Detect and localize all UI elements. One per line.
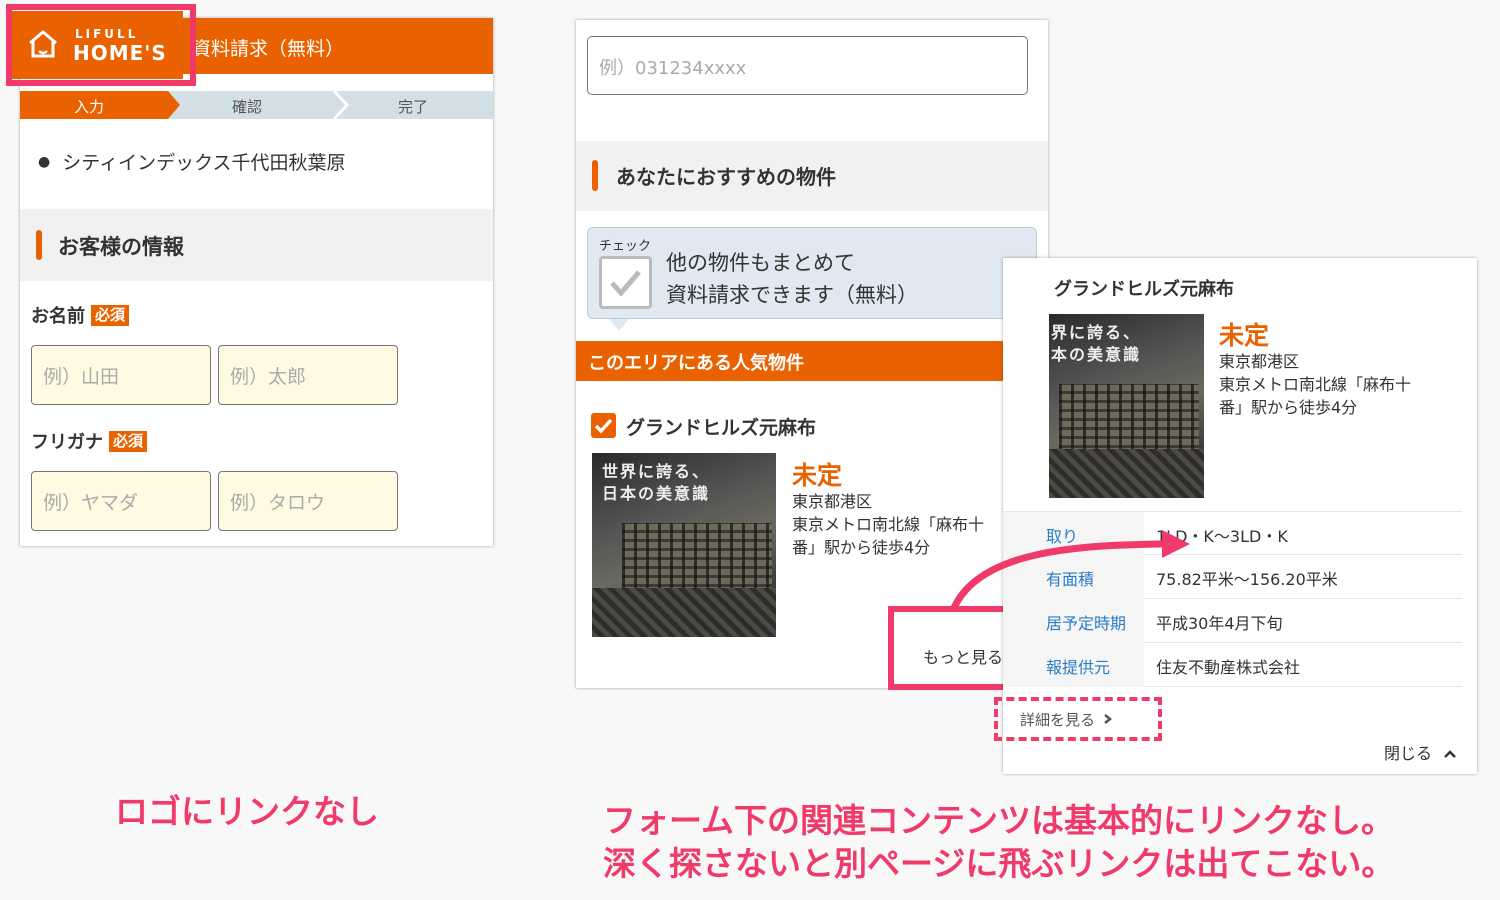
last-name-input[interactable]: 例）山田 (31, 345, 211, 405)
section-accent (592, 160, 598, 191)
photo-text-2: 本の美意識 (1051, 345, 1142, 364)
step-input: 入力 (74, 98, 105, 116)
first-name-input[interactable]: 例）太郎 (218, 345, 398, 405)
first-name-placeholder: 例）太郎 (230, 366, 307, 388)
last-name-placeholder: 例）山田 (43, 366, 120, 388)
stone-wall (592, 588, 776, 637)
kana-label-text: フリガナ (31, 432, 103, 453)
detail-property-photo: 界に誇る、 本の美意識 (1049, 314, 1204, 498)
customer-section-title: お客様の情報 (58, 235, 184, 259)
form-panel: 資料請求（無料） 入力 確認 完了 ● シティインデックス千代田秋葉原 お客様の情… (20, 18, 493, 546)
caption-related-2: 深く探さないと別ページに飛ぶリンクは出てこない。 (603, 844, 1395, 883)
phone-placeholder: 例）031234xxxx (599, 58, 747, 79)
photo-text-1: 世界に誇る、 (602, 462, 711, 481)
progress-steps: 入力 確認 完了 (20, 91, 493, 119)
property-address: 東京都港区 (792, 492, 873, 511)
detail-key: 報提供元 (1003, 643, 1144, 687)
step-separator-icon (332, 91, 350, 119)
check-text-line1: 他の物件もまとめて (666, 251, 855, 275)
caption-related-1: フォーム下の関連コンテンツは基本的にリンクなし。 (603, 801, 1395, 840)
check-small-label: チェック (599, 239, 652, 254)
step-confirm: 確認 (232, 98, 263, 116)
property-price: 未定 (792, 461, 843, 490)
requested-property-name: シティインデックス千代田秋葉原 (62, 152, 346, 174)
form-title: 資料請求（無料） (192, 38, 345, 60)
detail-value: 住友不動産株式会社 (1156, 658, 1301, 677)
chevron-up-icon (1444, 750, 1456, 758)
property-photo: 世界に誇る、 日本の美意識 (592, 453, 776, 637)
last-kana-placeholder: 例）ヤマダ (43, 492, 139, 514)
property-name: グランドヒルズ元麻布 (626, 417, 817, 439)
detail-address: 東京都港区 (1219, 352, 1300, 371)
kana-label: フリガナ 必須 (31, 428, 148, 454)
detail-price: 未定 (1219, 321, 1270, 350)
check-tail (609, 319, 629, 331)
check-icon (594, 418, 613, 434)
building-windows (1059, 384, 1199, 454)
required-badge: 必須 (109, 431, 148, 452)
first-kana-input[interactable]: 例）タロウ (218, 471, 398, 531)
detail-row: 報提供元 住友不動産株式会社 (1003, 643, 1462, 687)
name-label-text: お名前 (31, 306, 85, 327)
bullet-icon: ● (38, 154, 51, 170)
phone-input[interactable]: 例）031234xxxx (587, 36, 1028, 95)
last-kana-input[interactable]: 例）ヤマダ (31, 471, 211, 531)
logo-highlight-box (6, 4, 196, 86)
property-checkbox[interactable] (591, 413, 616, 438)
bulk-request-checkbox[interactable]: チェック 他の物件もまとめて 資料請求できます（無料） (587, 227, 1037, 319)
detail-access-1: 東京メトロ南北線「麻布十 (1219, 375, 1412, 394)
check-text-line2: 資料請求できます（無料） (666, 283, 918, 307)
photo-text-2: 日本の美意識 (602, 484, 711, 503)
close-label: 閉じる (1384, 744, 1433, 763)
arrow-icon (950, 530, 1190, 610)
close-button[interactable]: 閉じる (1384, 740, 1457, 764)
checkbox-icon[interactable] (599, 256, 652, 309)
see-detail-highlight-box (994, 697, 1162, 741)
caption-logo: ロゴにリンクなし (115, 792, 379, 831)
requested-property-item: ● シティインデックス千代田秋葉原 (38, 148, 346, 175)
photo-text-1: 界に誇る、 (1051, 323, 1142, 342)
recommend-section-band: あなたにおすすめの物件 (576, 141, 1048, 211)
section-accent (36, 230, 42, 260)
detail-property-name: グランドヒルズ元麻布 (1054, 279, 1234, 300)
building-windows (622, 523, 772, 593)
first-kana-placeholder: 例）タロウ (230, 492, 326, 514)
recommend-section-title: あなたにおすすめの物件 (616, 165, 836, 189)
detail-access-2: 番」駅から徒歩4分 (1219, 398, 1358, 417)
customer-section-band: お客様の情報 (20, 209, 493, 281)
step-complete: 完了 (398, 98, 429, 116)
stone-wall (1049, 449, 1204, 498)
property-access-2: 番」駅から徒歩4分 (792, 538, 931, 557)
area-popular-bar: このエリアにある人気物件 (576, 341, 1048, 381)
required-badge: 必須 (91, 305, 130, 326)
name-label: お名前 必須 (31, 302, 130, 328)
